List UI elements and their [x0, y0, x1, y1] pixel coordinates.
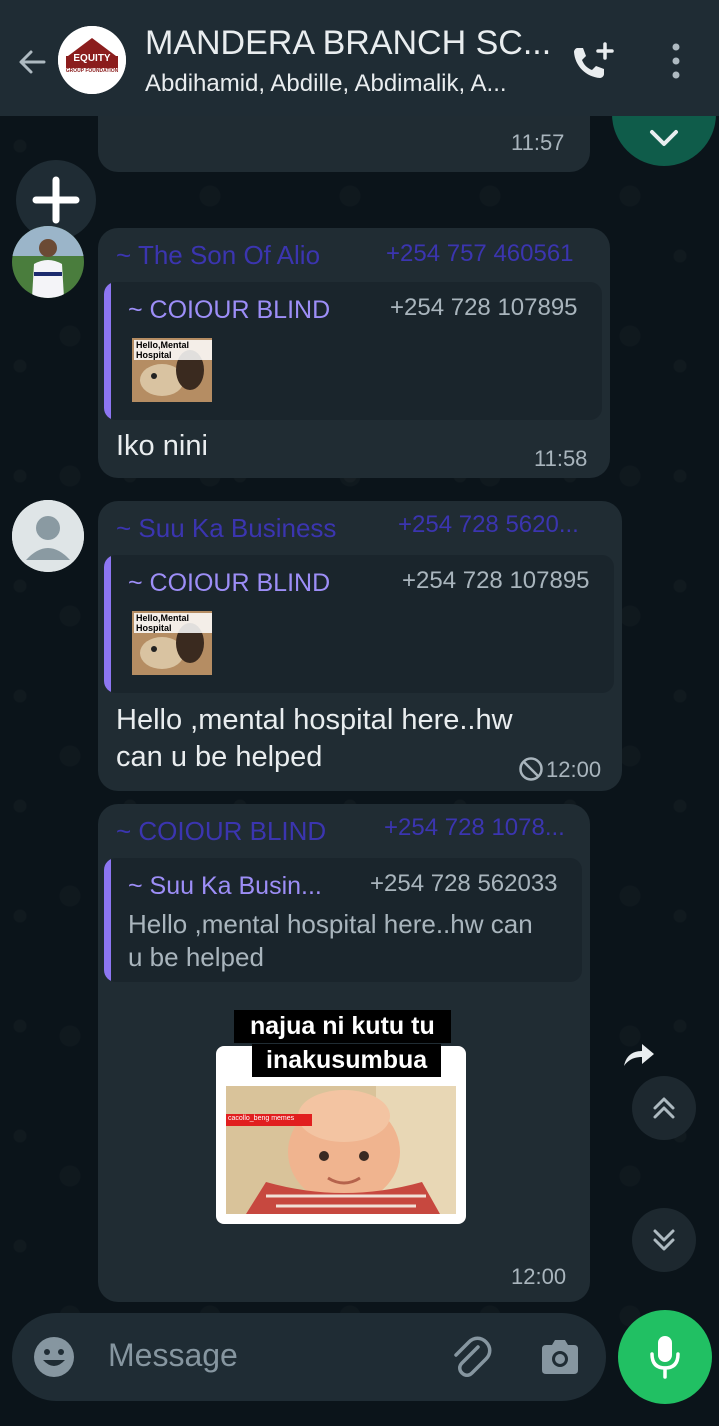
message-time: 11:57: [511, 130, 565, 155]
sender-avatar[interactable]: [12, 226, 84, 298]
quote-bar: [104, 555, 111, 693]
group-members[interactable]: Abdihamid, Abdille, Abdimalik, A...: [145, 70, 545, 98]
sticker-image[interactable]: cacollo_beng memes najua ni kutu tu inak…: [216, 1010, 466, 1224]
attach-icon[interactable]: [448, 1335, 492, 1379]
quoted-sender-phone: +254 728 107895: [402, 567, 590, 594]
message-time: 11:58: [534, 446, 588, 471]
sender-name[interactable]: ~ COIOUR BLIND: [116, 816, 326, 847]
emoji-icon[interactable]: [32, 1335, 76, 1379]
sender-phone: +254 728 1078...: [384, 814, 565, 841]
avatar-logo-subtext: GROUP FOUNDATION: [65, 68, 119, 74]
sticker-watermark: cacollo_beng memes: [228, 1115, 295, 1122]
quoted-text-line-2: u be helped: [128, 942, 264, 972]
profile-photo: [12, 226, 84, 298]
sticker-caption-line-1: najua ni kutu tu: [234, 1010, 451, 1043]
deleted-clock-icon: [519, 757, 543, 781]
message-composer: Message: [12, 1313, 606, 1401]
message-bubble[interactable]: ~ The Son Of Alio +254 757 460561 ~ COIO…: [98, 228, 610, 478]
group-avatar[interactable]: EQUITY GROUP FOUNDATION: [58, 26, 126, 94]
quoted-sender-name: ~ COIOUR BLIND: [128, 569, 331, 597]
message-input[interactable]: Message: [108, 1337, 238, 1374]
sender-avatar[interactable]: [12, 500, 84, 572]
chat-header: EQUITY GROUP FOUNDATION MANDERA BRANCH S…: [0, 0, 719, 116]
plus-icon: [32, 176, 80, 224]
scroll-to-top-button[interactable]: [632, 1076, 696, 1140]
sender-phone: +254 728 5620...: [398, 511, 579, 538]
double-chevron-down-icon: [653, 1229, 675, 1251]
chevron-down-icon: [650, 130, 678, 146]
thumbnail-caption: Hello,Mental Hospital: [134, 613, 212, 633]
camera-icon[interactable]: [538, 1337, 582, 1377]
forward-icon[interactable]: [620, 1040, 656, 1070]
quoted-image-thumbnail: Hello,Mental Hospital: [132, 611, 212, 675]
thumbnail-caption: Hello,Mental Hospital: [134, 340, 212, 360]
sender-phone: +254 757 460561: [386, 240, 574, 267]
quoted-sender-phone: +254 728 107895: [390, 294, 578, 321]
message-time: 12:00: [511, 1264, 567, 1289]
quote-bar: [104, 858, 111, 982]
microphone-icon: [650, 1336, 680, 1379]
message-bubble[interactable]: ~ Suu Ka Business +254 728 5620... ~ COI…: [98, 501, 622, 791]
quoted-text-line-1: Hello ,mental hospital here..hw can: [128, 909, 533, 939]
quoted-message[interactable]: ~ COIOUR BLIND +254 728 107895 Hello,Men…: [104, 282, 602, 420]
more-options-icon[interactable]: [666, 40, 686, 84]
scroll-down-button[interactable]: [632, 1208, 696, 1272]
quoted-image-thumbnail: Hello,Mental Hospital: [132, 338, 212, 402]
group-title[interactable]: MANDERA BRANCH SC...: [145, 24, 555, 63]
message-text-line-1: Hello ,mental hospital here..hw: [116, 704, 513, 736]
message-time: 12:00: [546, 757, 602, 782]
back-arrow-icon[interactable]: [14, 44, 50, 80]
quoted-message[interactable]: ~ Suu Ka Busin... +254 728 562033 Hello …: [104, 858, 582, 982]
double-chevron-up-icon: [653, 1097, 675, 1119]
sticker-caption-line-2: inakusumbua: [252, 1044, 442, 1077]
message-text-line-2: can u be helped: [116, 741, 323, 773]
quoted-sender-phone: +254 728 562033: [370, 870, 558, 897]
sender-name[interactable]: ~ The Son Of Alio: [116, 240, 320, 271]
quote-bar: [104, 282, 111, 420]
add-call-icon[interactable]: [568, 40, 616, 84]
avatar-logo-text: EQUITY: [73, 53, 111, 64]
voice-message-button[interactable]: [618, 1310, 712, 1404]
message-text: Iko nini: [116, 430, 208, 462]
quoted-sender-name: ~ COIOUR BLIND: [128, 296, 331, 324]
quoted-message[interactable]: ~ COIOUR BLIND +254 728 107895 Hello,Men…: [104, 555, 614, 693]
default-avatar-icon: [12, 500, 84, 572]
baby-meme-photo: [226, 1086, 456, 1214]
message-bubble[interactable]: ~ COIOUR BLIND +254 728 1078... ~ Suu Ka…: [98, 804, 590, 1302]
quoted-sender-name: ~ Suu Ka Busin...: [128, 872, 322, 900]
sender-name[interactable]: ~ Suu Ka Business: [116, 513, 336, 544]
